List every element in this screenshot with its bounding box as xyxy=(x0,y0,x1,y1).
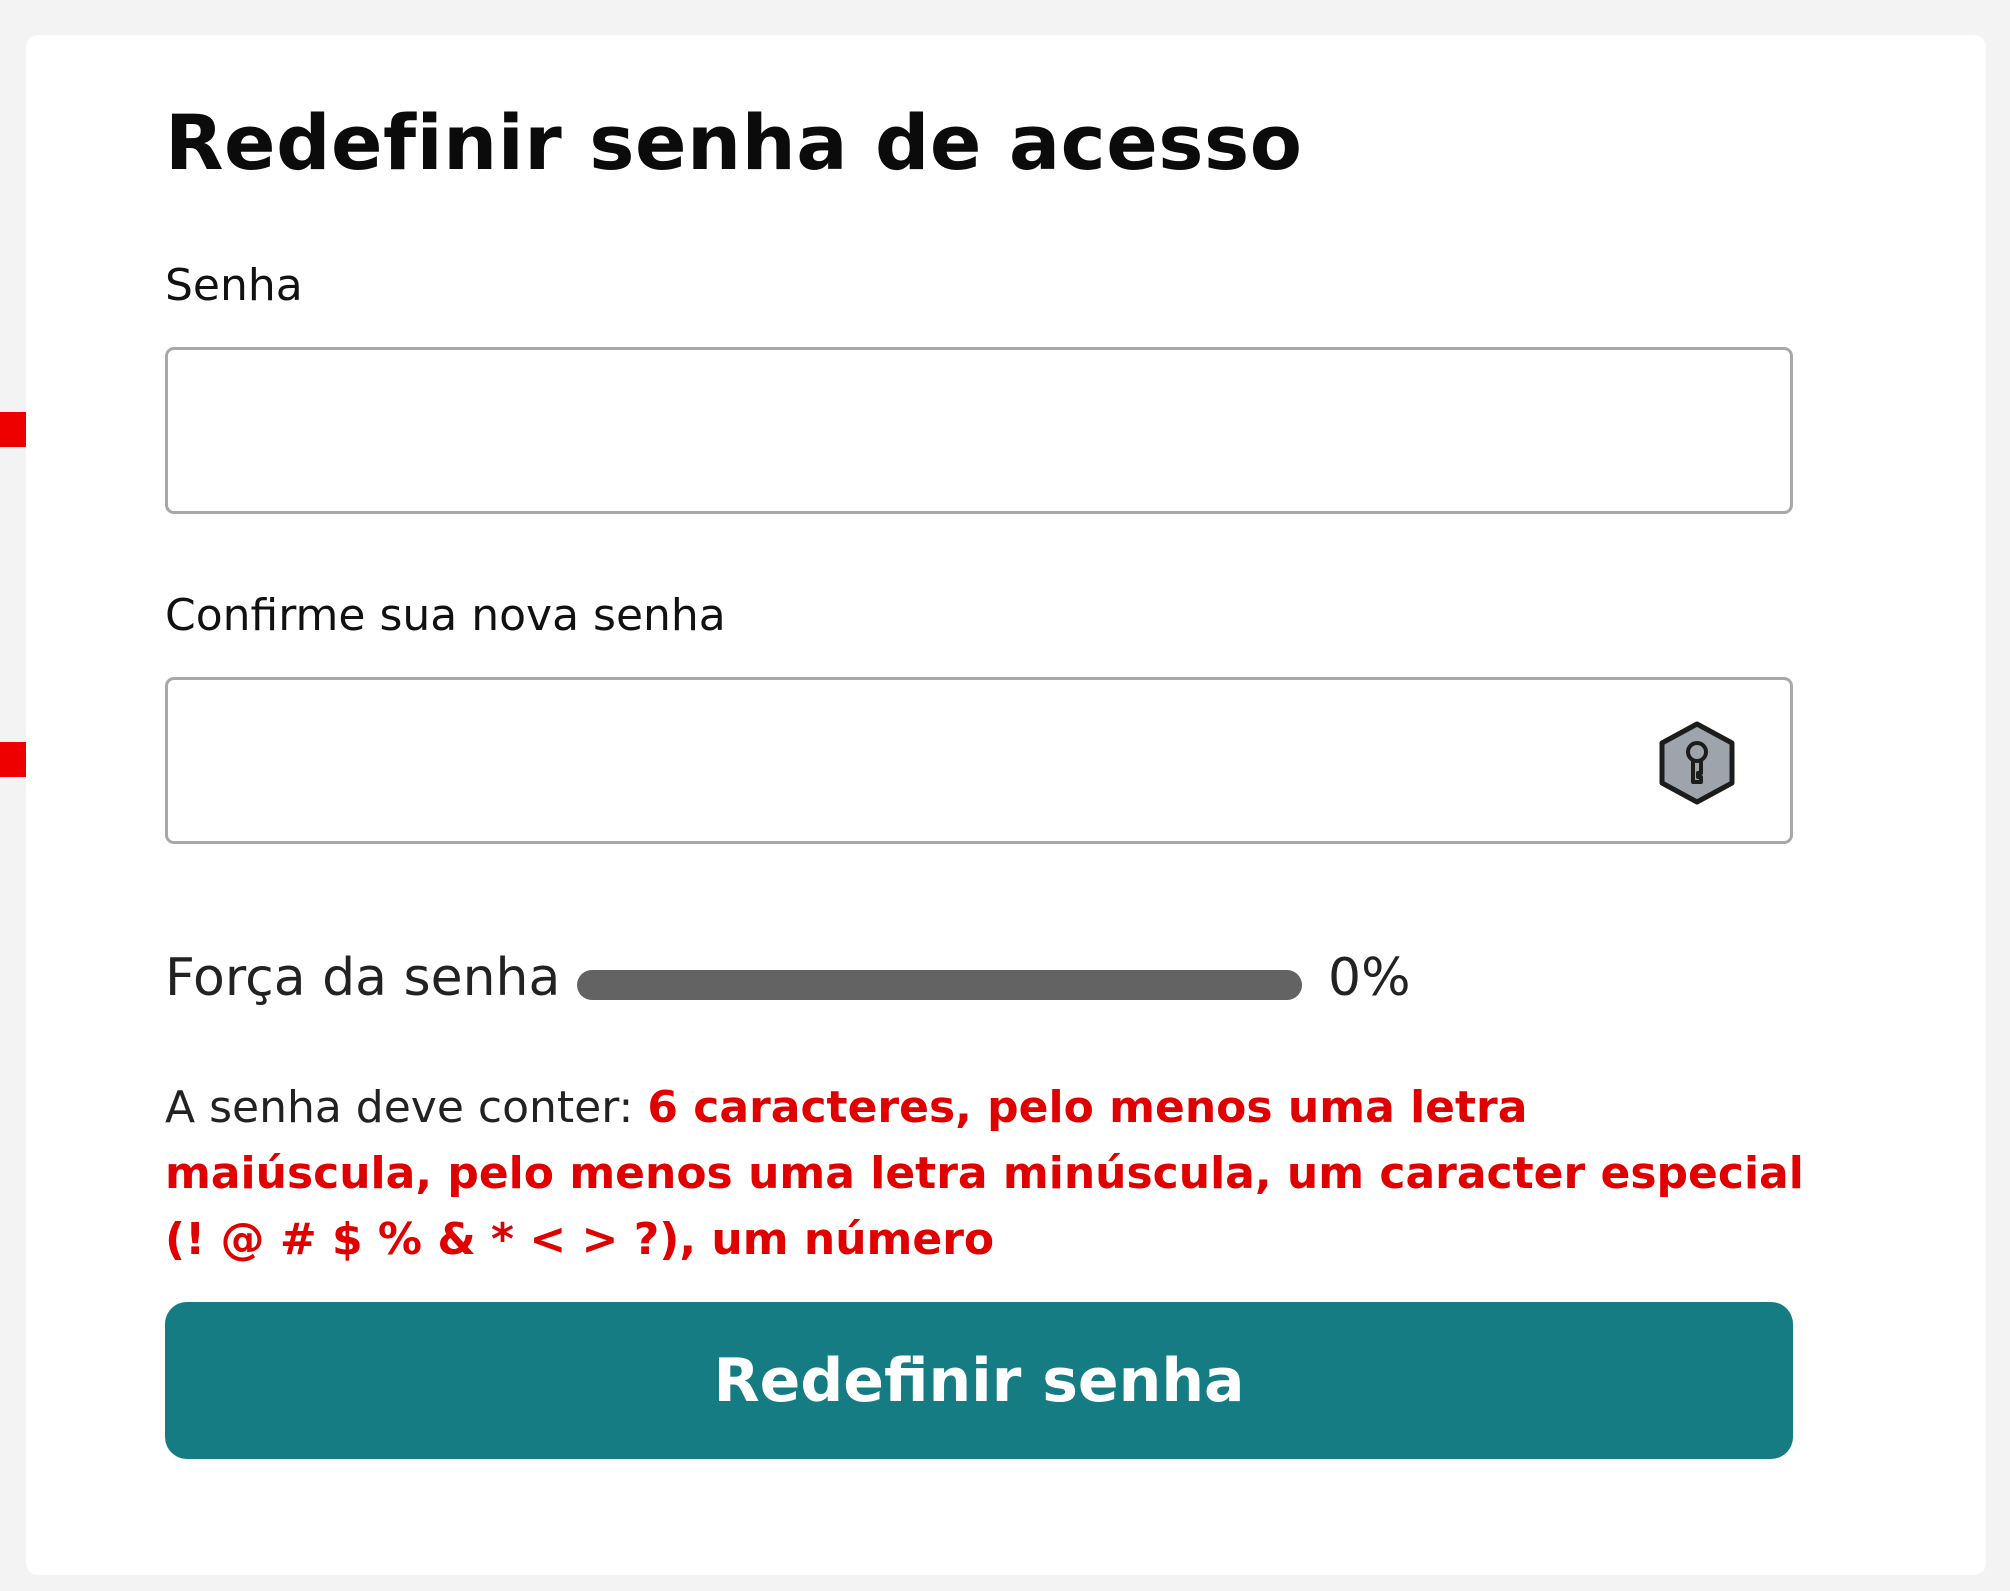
password-input[interactable] xyxy=(168,350,1790,511)
reset-password-button[interactable]: Redefinir senha xyxy=(165,1302,1793,1459)
confirm-password-input[interactable] xyxy=(168,680,1628,841)
password-requirements: A senha deve conter: 6 caracteres, pelo … xyxy=(165,1075,1805,1273)
password-strength-value: 0% xyxy=(1328,948,1411,1008)
password-strength-label: Força da senha xyxy=(165,948,561,1008)
password-strength-bar xyxy=(577,970,1302,1000)
password-field[interactable] xyxy=(165,347,1793,514)
requirements-prefix: A senha deve conter: xyxy=(165,1082,634,1133)
confirm-password-label: Confirme sua nova senha xyxy=(165,590,726,641)
page-title: Redefinir senha de acesso xyxy=(165,98,1303,187)
key-icon[interactable] xyxy=(1656,720,1738,806)
confirm-password-field[interactable] xyxy=(165,677,1793,844)
password-label: Senha xyxy=(165,260,303,311)
